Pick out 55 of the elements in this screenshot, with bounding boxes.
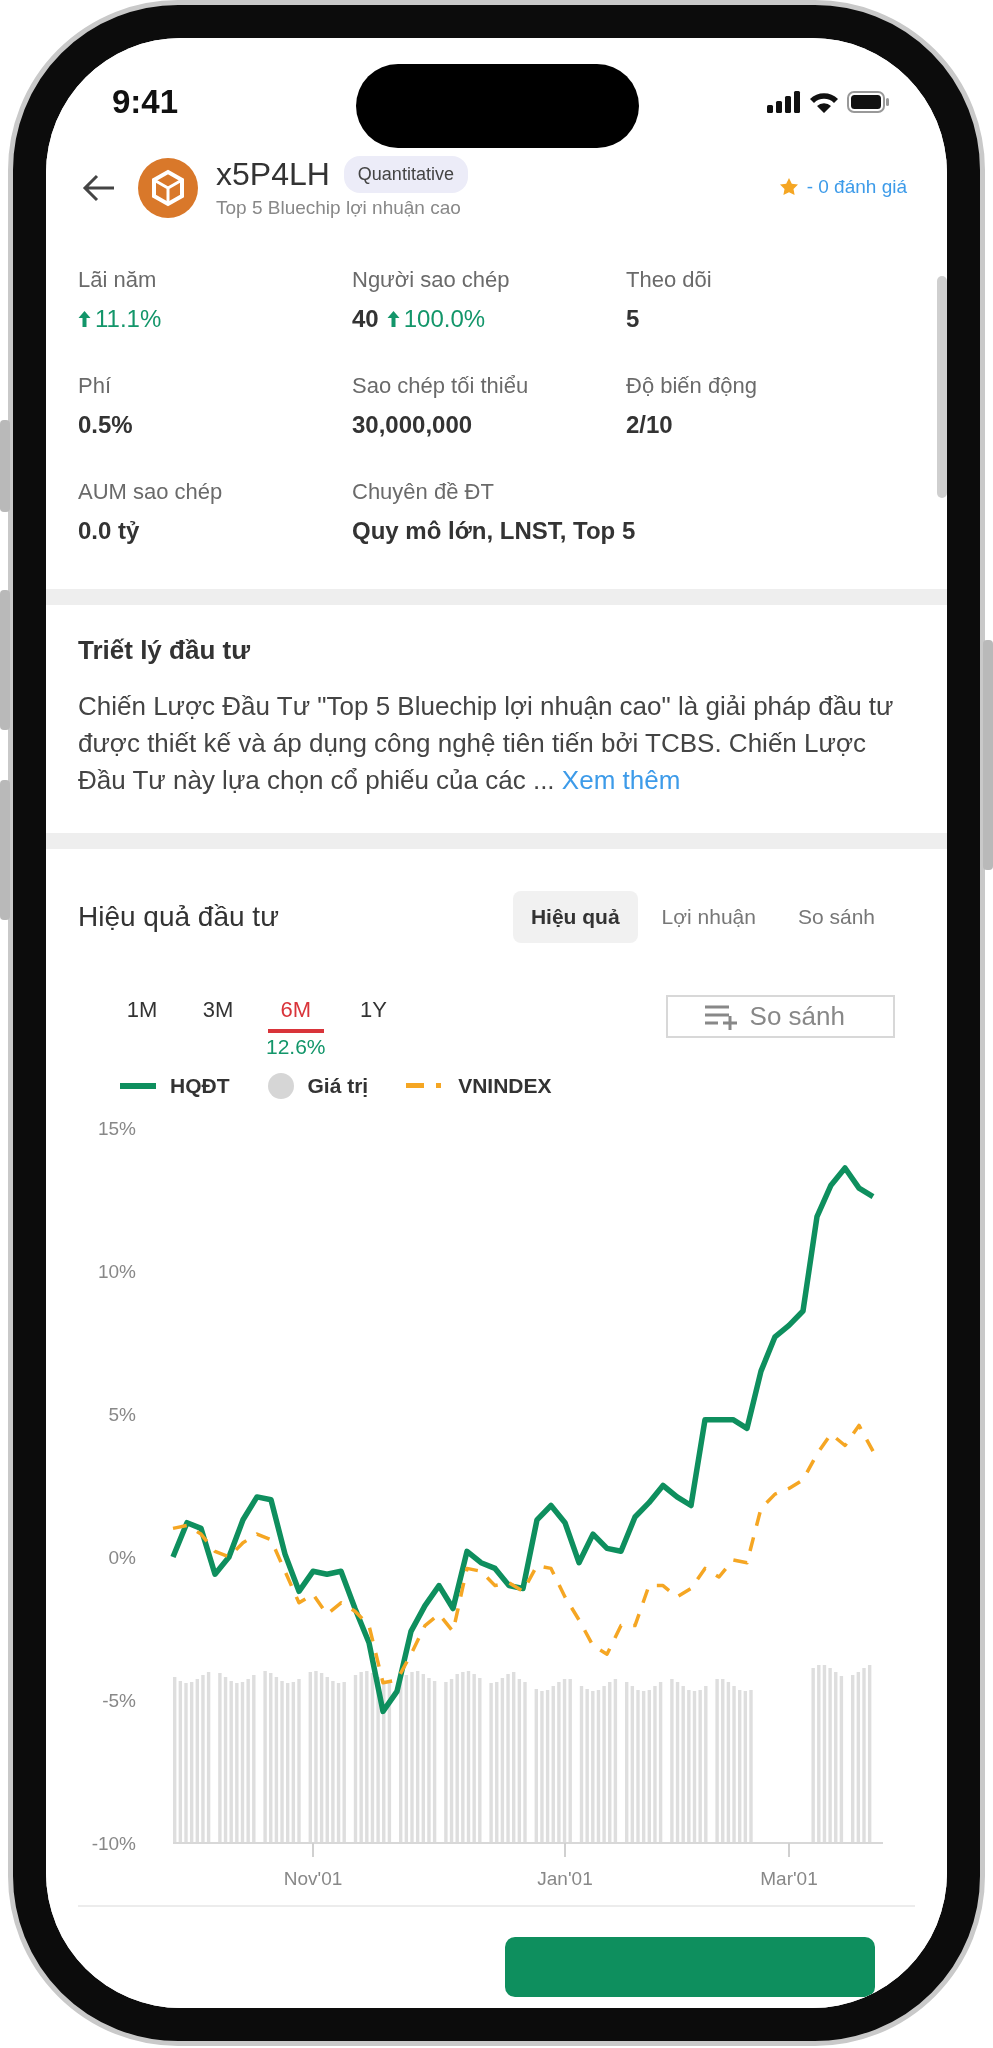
stat-value: 40 [352,305,379,333]
stat-label: Người sao chép [352,267,511,293]
status-time: 9:41 [112,83,179,121]
strategy-subtitle: Top 5 Bluechip lợi nhuận cao [216,197,462,219]
stat-change: 11.1% [95,305,162,333]
stat-value: 0.5% [78,411,133,439]
stat-label: Phí [78,373,113,399]
range-tab[interactable]: 6M [267,991,324,1033]
stat-value: Quy mô lớn, LNST, Top 5 [352,517,636,545]
battery-icon [847,91,889,113]
stat-value: 0.0 tỷ [78,517,140,545]
range-tab[interactable]: 3M [190,991,246,1033]
x-axis-label: Jan'01 [537,1868,593,1889]
legend-label: Giá trị [307,1074,369,1098]
y-axis-label: 15% [97,1118,136,1139]
strategy-title: x5P4LH [216,156,330,193]
up-arrow-icon [78,310,91,328]
stat-value: 2/10 [626,411,673,439]
cube-logo-icon [138,157,198,218]
stat-change: 100.0% [403,305,486,333]
stat-label: Sao chép tối thiểu [352,373,530,399]
stat-value: 5 [626,305,640,333]
range-tab[interactable]: 1Y [345,991,402,1033]
y-axis-label: 0% [108,1547,136,1568]
up-arrow-icon [386,310,400,328]
legend-label: HQĐT [170,1074,230,1098]
rating-link[interactable]: - 0 đánh giá [806,176,907,198]
category-badge: Quantitative [343,156,468,193]
signal-icon [767,91,801,113]
stat-label: Độ biến động [626,373,758,399]
section-title: Hiệu quả đầu tư [78,901,279,933]
y-axis-label: 5% [108,1404,136,1425]
stat-label: Chuyên đề ĐT [352,479,495,505]
y-axis-label: -10% [91,1833,136,1854]
view-tab[interactable]: Hiệu quả [512,891,638,943]
x-axis-label: Mar'01 [760,1868,818,1889]
legend-label: VNINDEX [458,1074,552,1098]
stat-value: 30,000,000 [352,411,473,439]
philosophy-text: Chiến Lược Đầu Tư "Top 5 Bluechip lợi nhuận cao" là giải pháp đầu tư được thiết kế và áp dụng công nghệ tiên tiến bởi TCBS. Chiến Lược Đầu Tư này lựa chọn cổ phiếu của các ... Xem thêm [78,690,895,797]
range-return: 12.6% [266,1035,326,1059]
view-tab[interactable]: So sánh [779,891,893,943]
wifi-icon [809,91,839,113]
compare-button[interactable]: So sánh [665,995,895,1038]
stat-label: AUM sao chép [78,479,224,505]
stat-label: Lãi năm [78,267,158,293]
stat-label: Theo dõi [626,267,713,293]
section-title: Triết lý đầu tư [78,635,251,666]
range-tab[interactable]: 1M [114,991,170,1033]
view-tab[interactable]: Lợi nhuận [643,891,774,943]
star-icon [778,177,799,197]
y-axis-label: 10% [97,1261,136,1282]
y-axis-label: -5% [102,1690,136,1711]
list-add-icon [703,1003,738,1030]
see-more-link[interactable]: Xem thêm [561,765,681,795]
x-axis-label: Nov'01 [283,1868,343,1889]
